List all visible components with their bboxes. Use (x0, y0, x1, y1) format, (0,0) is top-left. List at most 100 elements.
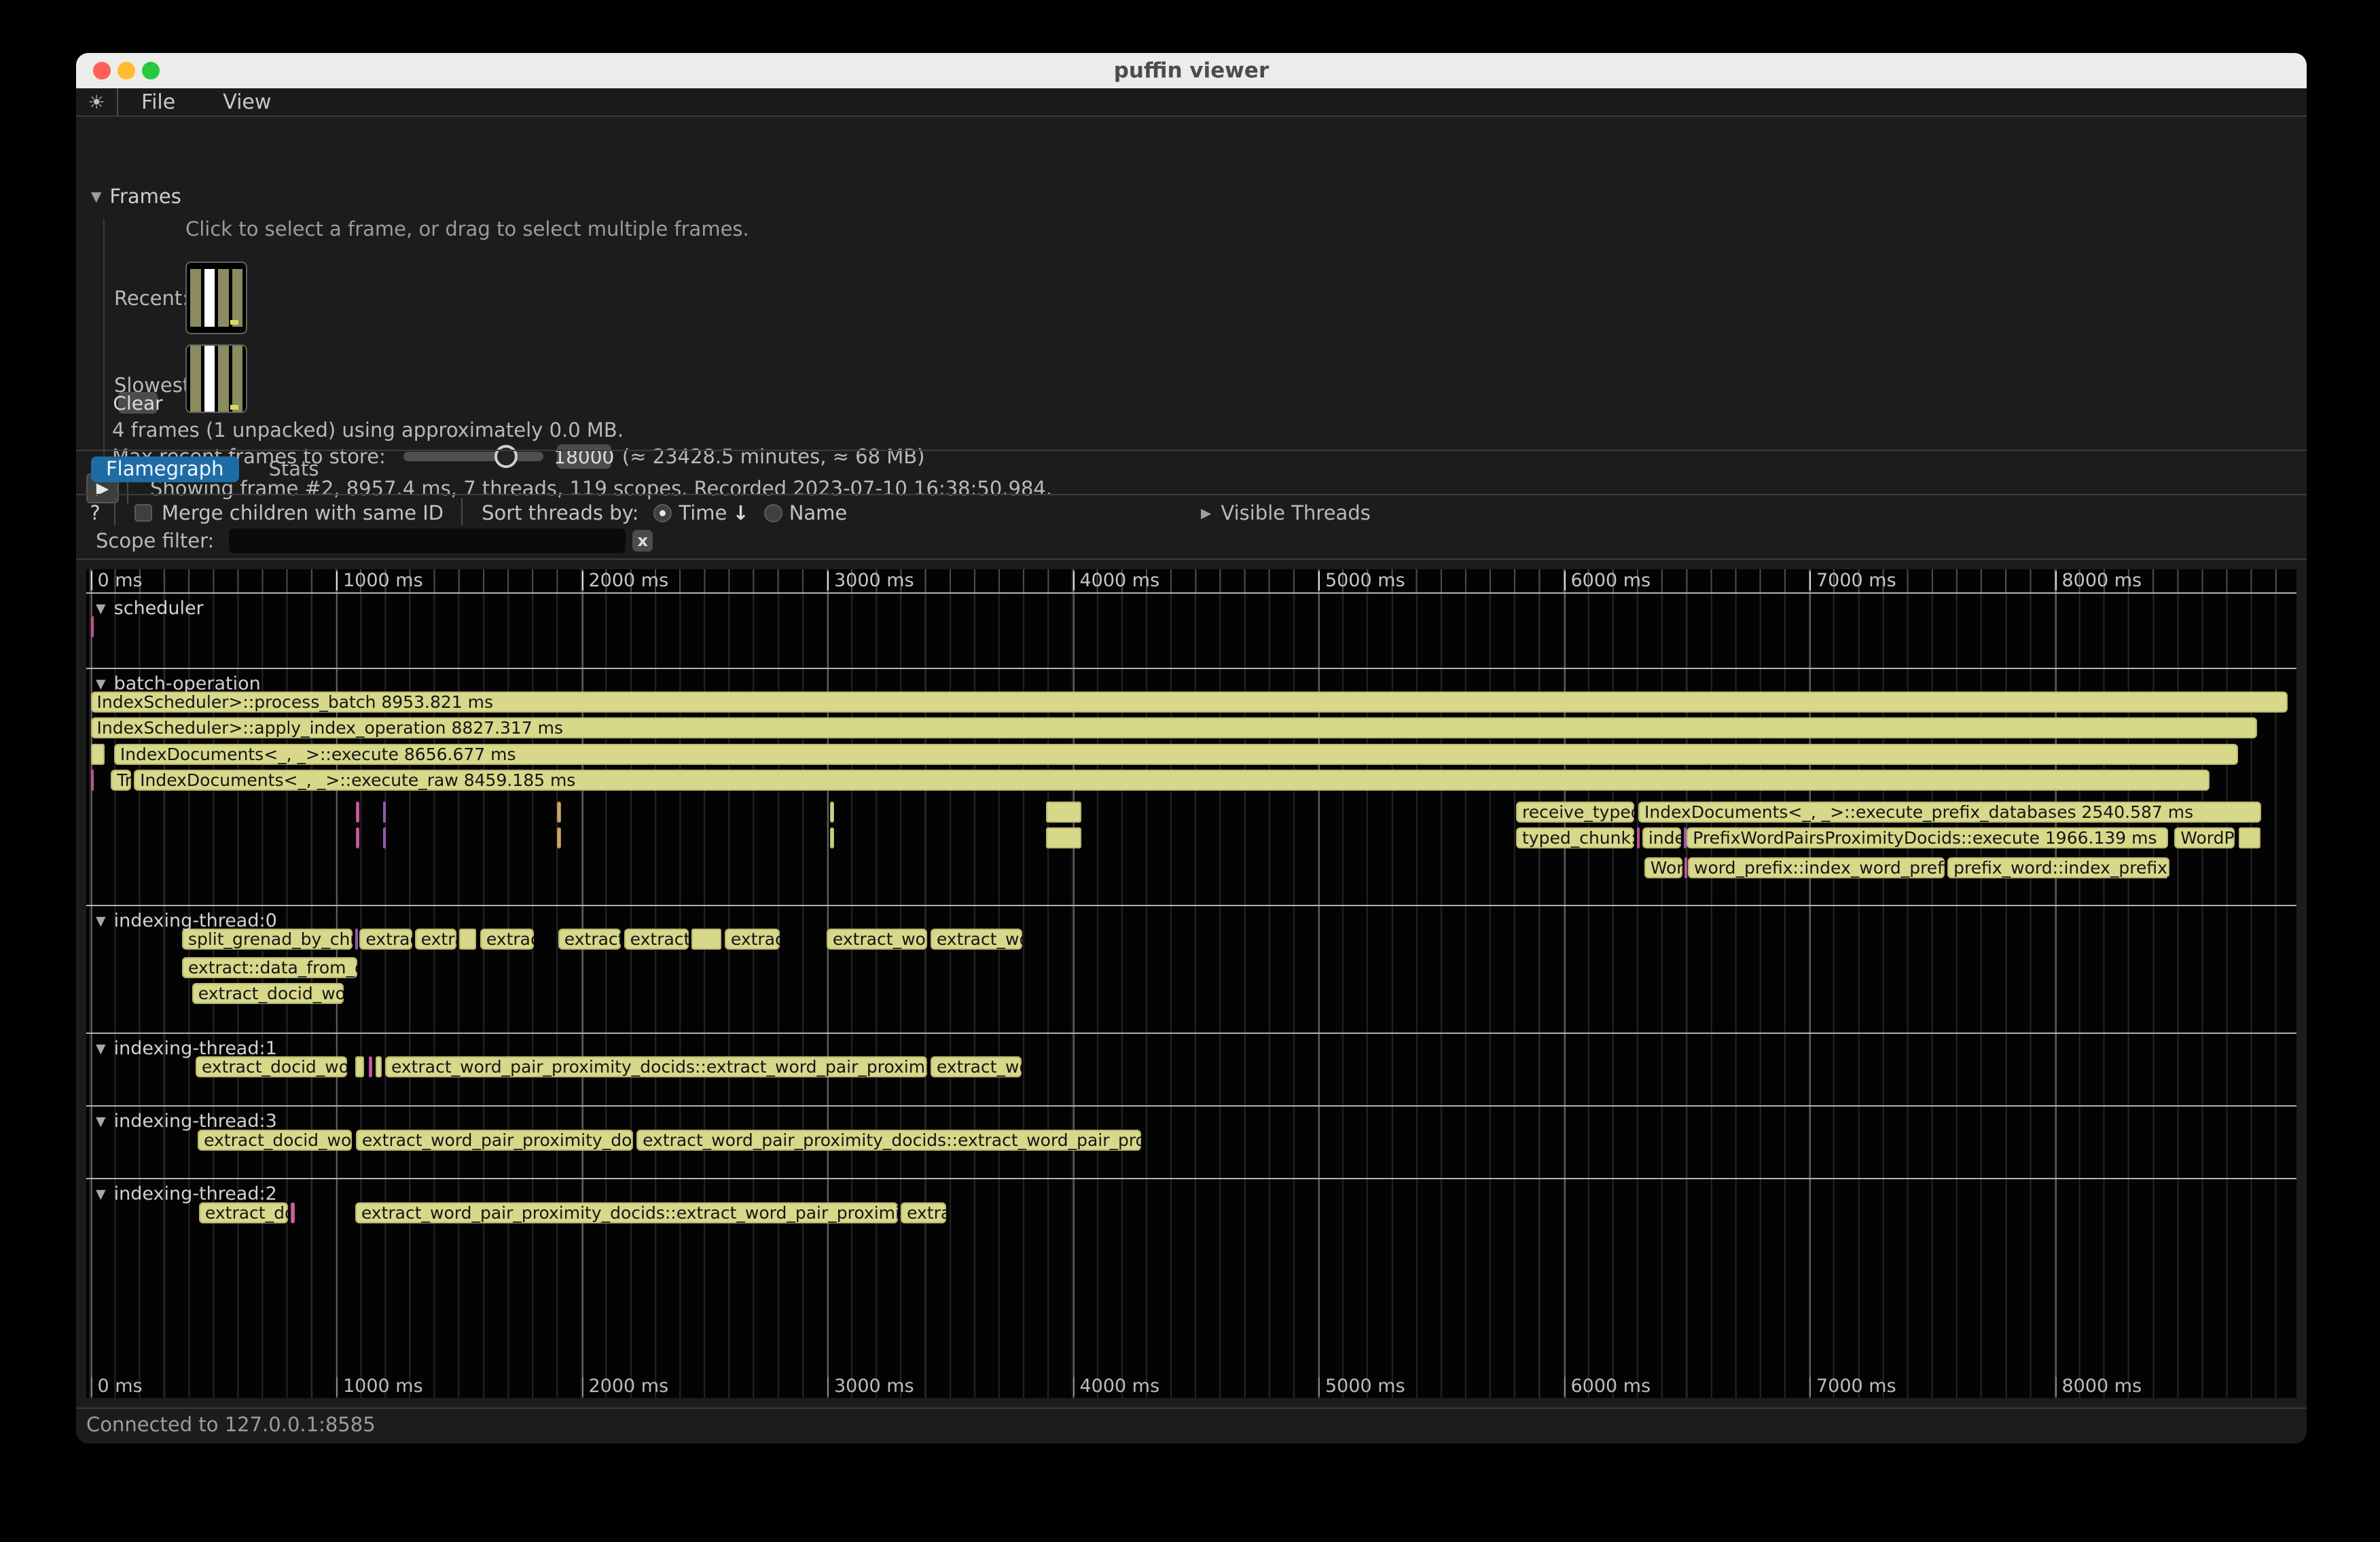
slider-knob[interactable] (494, 445, 518, 468)
scope-sliver[interactable] (356, 802, 359, 823)
theme-toggle-icon[interactable]: ☀ (76, 91, 117, 113)
thread-header-indexing-thread:1[interactable]: ▼indexing-thread:1 (96, 1038, 277, 1059)
thread-header-scheduler[interactable]: ▼scheduler (96, 598, 204, 619)
tab-stats[interactable]: Stats (254, 456, 334, 482)
flamegraph-panel[interactable]: 0 ms1000 ms2000 ms3000 ms4000 ms5000 ms6… (86, 569, 2296, 1398)
clear-filter-button[interactable]: x (632, 530, 653, 552)
scope-bar[interactable]: typed_chunk::w (1516, 827, 1634, 848)
scope-sliver[interactable] (383, 827, 386, 848)
scope-bar[interactable]: IndexScheduler>::process_batch 8953.821 … (91, 692, 2288, 713)
scope-bar[interactable]: IndexDocuments<_, _>::execute_raw 8459.1… (134, 770, 2210, 791)
ruler-tick-label: 1000 ms (336, 571, 423, 590)
scope-sliver[interactable] (355, 1056, 364, 1077)
scope-bar[interactable]: extract_docid_word (192, 983, 344, 1004)
frame-bar[interactable] (218, 346, 229, 412)
scope-bar[interactable]: extract (359, 929, 412, 950)
scope-sliver[interactable] (355, 929, 358, 950)
scope-sliver[interactable] (1637, 827, 1640, 848)
scope-bar[interactable]: extract_wo (931, 929, 1022, 950)
scope-bar[interactable]: extrac (480, 929, 534, 950)
scope-sliver[interactable] (376, 1056, 382, 1077)
scope-bar[interactable]: extrac (901, 1202, 946, 1223)
scope-sliver[interactable] (459, 929, 476, 950)
scope-sliver[interactable] (830, 802, 834, 823)
frame-bar[interactable] (190, 269, 201, 326)
frame-bar[interactable] (232, 269, 243, 326)
frame-bar-selected[interactable] (204, 269, 215, 326)
scope-bar[interactable]: extra (415, 929, 456, 950)
scope-bar[interactable]: WordPr (2174, 827, 2235, 848)
window-title: puffin viewer (76, 53, 2307, 88)
frame-bar[interactable] (218, 269, 229, 326)
scope-bar[interactable]: extract_ (624, 929, 689, 950)
scope-bar[interactable]: extract (725, 929, 780, 950)
max-frames-value[interactable]: 18000 (557, 444, 611, 469)
indent-guide (103, 219, 105, 471)
collapse-triangle-icon: ▼ (91, 188, 101, 204)
scope-bar[interactable]: extract::data_from_ob (182, 957, 357, 978)
recent-frames-thumbnail[interactable] (185, 262, 247, 334)
merge-children-checkbox[interactable] (134, 504, 152, 522)
scope-sliver[interactable] (91, 616, 94, 637)
tab-flamegraph[interactable]: Flamegraph (91, 456, 239, 482)
scope-bar[interactable]: Word (1644, 857, 1682, 878)
scope-bar[interactable]: extract_doc (199, 1202, 288, 1223)
scope-bar[interactable]: receive_typed_ (1516, 802, 1634, 823)
scope-sliver[interactable] (369, 1056, 372, 1077)
thread-name: indexing-thread:0 (114, 910, 277, 931)
scope-bar[interactable]: extract_word_pair_proximity_docids (356, 1130, 633, 1151)
scope-bar[interactable]: split_grenad_by_chun (182, 929, 353, 950)
titlebar: puffin viewer (76, 53, 2307, 88)
scope-sliver[interactable] (557, 827, 561, 848)
scope-sliver[interactable] (1046, 827, 1081, 848)
frame-bar-selected[interactable] (204, 346, 215, 412)
scope-sliver[interactable] (91, 744, 105, 765)
frame-bar[interactable] (190, 346, 201, 412)
scope-bar[interactable]: extract_word_pair_proximity_docids::extr… (355, 1202, 898, 1223)
max-frames-slider[interactable] (403, 452, 543, 461)
scope-bar[interactable]: extract_docid_word (198, 1130, 352, 1151)
slowest-frames-thumbnail[interactable] (185, 344, 247, 413)
scope-sliver[interactable] (557, 802, 561, 823)
visible-threads-toggle[interactable]: ▶ Visible Threads (1201, 501, 1371, 524)
scope-bar[interactable]: Trans (111, 770, 131, 791)
scope-bar[interactable]: extract_word_pair_proximity_docids::extr… (636, 1130, 1141, 1151)
scope-sliver[interactable] (691, 929, 721, 950)
scope-sliver[interactable] (291, 1202, 295, 1223)
sort-direction-arrow-icon[interactable]: ↓ (732, 501, 749, 524)
scope-bar[interactable]: extract_word (827, 929, 927, 950)
thread-header-indexing-thread:0[interactable]: ▼indexing-thread:0 (96, 910, 277, 931)
scope-bar[interactable]: extract_docid_word (196, 1056, 347, 1077)
scope-bar[interactable]: PrefixWordPairsProximityDocids::execute … (1687, 827, 2168, 848)
thread-header-indexing-thread:3[interactable]: ▼indexing-thread:3 (96, 1111, 277, 1132)
scope-sliver[interactable] (1046, 802, 1081, 823)
scope-bar[interactable]: IndexDocuments<_, _>::execute_prefix_dat… (1638, 802, 2261, 823)
scope-bar[interactable]: extract_word_pair_proximity_docids::extr… (385, 1056, 927, 1077)
scope-sliver[interactable] (356, 827, 359, 848)
menu-file[interactable]: File (118, 90, 200, 114)
thread-header-indexing-thread:2[interactable]: ▼indexing-thread:2 (96, 1183, 277, 1204)
sort-time-label[interactable]: Time (679, 501, 727, 524)
scope-bar[interactable]: IndexScheduler>::apply_index_operation 8… (91, 717, 2257, 738)
scope-sliver[interactable] (830, 827, 834, 848)
scope-filter-input[interactable] (229, 528, 626, 553)
scope-bar[interactable]: extract_ (558, 929, 621, 950)
help-button[interactable]: ? (76, 501, 114, 524)
scope-sliver[interactable] (91, 770, 94, 791)
sort-time-radio[interactable] (653, 504, 672, 522)
menu-view[interactable]: View (200, 90, 295, 114)
scope-bar[interactable]: extract_wo (931, 1056, 1022, 1077)
sort-name-radio[interactable] (764, 504, 782, 522)
scope-bar[interactable]: word_prefix::index_word_prefix_ (1688, 857, 1945, 878)
scope-bar[interactable]: prefix_word::index_prefix_wo (1947, 857, 2169, 878)
scope-sliver[interactable] (1684, 857, 1687, 878)
scope-sliver[interactable] (2239, 827, 2260, 848)
thread-header-batch-operation[interactable]: ▼batch-operation (96, 673, 261, 694)
clear-button[interactable]: Clear (118, 392, 158, 414)
frames-section-header[interactable]: ▼ Frames (91, 185, 181, 208)
scope-bar[interactable]: IndexDocuments<_, _>::execute 8656.677 m… (114, 744, 2239, 765)
frame-bar[interactable] (232, 346, 243, 412)
scope-bar[interactable]: index (1642, 827, 1681, 848)
sort-name-label[interactable]: Name (789, 501, 848, 524)
scope-sliver[interactable] (383, 802, 386, 823)
